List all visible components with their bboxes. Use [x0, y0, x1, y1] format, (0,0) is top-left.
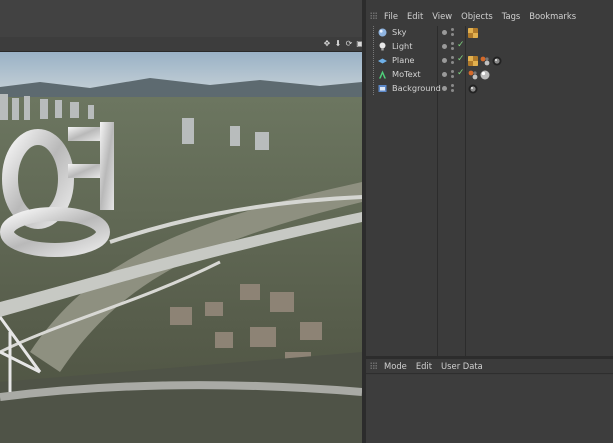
grip-icon[interactable]	[370, 12, 378, 20]
menu-mode[interactable]: Mode	[384, 361, 407, 371]
menu-edit[interactable]: Edit	[416, 361, 432, 371]
layer-dot[interactable]	[442, 58, 447, 63]
layer-dot[interactable]	[442, 86, 447, 91]
rotate-icon[interactable]: ⟳	[345, 40, 353, 48]
list-item[interactable]: Plane ✓	[366, 54, 613, 67]
menu-tags[interactable]: Tags	[502, 11, 521, 21]
visibility-toggle[interactable]	[451, 55, 455, 66]
menu-view[interactable]: View	[432, 11, 452, 21]
texture-tag-icon[interactable]	[468, 55, 478, 66]
object-name[interactable]: Light	[392, 41, 412, 51]
enabled-check-icon[interactable]: ✓	[457, 40, 465, 50]
texture-tag-icon[interactable]	[468, 27, 478, 38]
material-tag-icon[interactable]	[468, 70, 478, 80]
object-name[interactable]: Sky	[392, 27, 407, 37]
viewport-top-area	[0, 0, 364, 37]
light-icon	[379, 42, 386, 51]
tag-list	[468, 69, 490, 80]
menu-bookmarks[interactable]: Bookmarks	[529, 11, 576, 21]
layer-dot[interactable]	[442, 44, 447, 49]
enabled-check-icon[interactable]: ✓	[457, 54, 465, 64]
attributes-body	[366, 375, 613, 443]
object-manager-menubar: File Edit View Objects Tags Bookmarks	[366, 8, 613, 24]
aerial-city-render	[0, 52, 362, 443]
viewport-nav-icons: ✥ ⬇ ⟳ ▣	[323, 37, 364, 51]
visibility-toggle[interactable]	[451, 69, 455, 80]
sky-icon	[378, 28, 387, 37]
background-icon	[378, 85, 387, 92]
enabled-check-icon[interactable]: ✓	[457, 68, 465, 78]
arrow-down-icon[interactable]: ⬇	[334, 40, 342, 48]
object-name[interactable]: Background	[392, 83, 441, 93]
list-item[interactable]: Light ✓	[366, 40, 613, 53]
camera-tag-icon[interactable]	[468, 84, 478, 94]
tag-list	[468, 83, 478, 94]
visibility-toggle[interactable]	[451, 83, 455, 94]
list-item[interactable]: Sky	[366, 26, 613, 39]
camera-tag-icon[interactable]	[492, 56, 502, 66]
move-icon[interactable]: ✥	[323, 40, 331, 48]
visibility-toggle[interactable]	[451, 41, 455, 52]
sphere-material-tag-icon[interactable]	[480, 70, 490, 80]
attributes-manager-menubar: Mode Edit User Data	[366, 359, 613, 374]
object-manager: File Edit View Objects Tags Bookmarks Sk…	[366, 0, 613, 356]
list-item[interactable]: Background	[366, 82, 613, 95]
layer-dot[interactable]	[442, 30, 447, 35]
list-item[interactable]: MoText ✓	[366, 68, 613, 81]
viewport-render[interactable]	[0, 52, 363, 443]
viewport-header	[0, 37, 364, 52]
object-name[interactable]: Plane	[392, 55, 414, 65]
menu-file[interactable]: File	[384, 11, 398, 21]
menu-objects[interactable]: Objects	[461, 11, 493, 21]
grip-icon[interactable]	[370, 362, 378, 370]
visibility-toggle[interactable]	[451, 27, 455, 38]
tag-list	[468, 55, 502, 66]
motext-icon	[379, 70, 386, 79]
menu-edit[interactable]: Edit	[407, 11, 423, 21]
object-name[interactable]: MoText	[392, 69, 421, 79]
plane-icon	[378, 58, 387, 64]
object-list: Sky Light ✓ Plane ✓ MoText ✓ Background	[366, 26, 613, 356]
tag-list	[468, 27, 478, 38]
menu-user-data[interactable]: User Data	[441, 361, 483, 371]
material-tag-icon[interactable]	[480, 56, 490, 66]
layer-dot[interactable]	[442, 72, 447, 77]
attributes-manager: Mode Edit User Data	[366, 359, 613, 443]
